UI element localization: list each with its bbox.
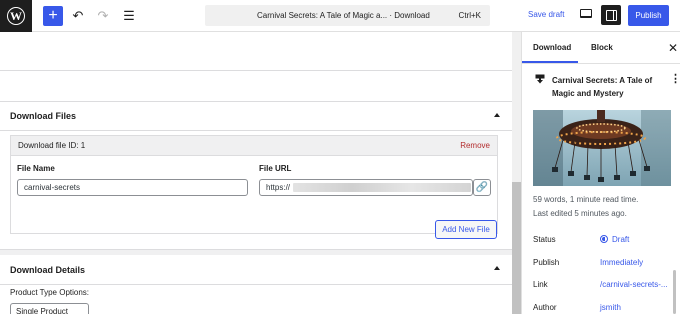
settings-sidebar-icon[interactable]: [601, 5, 621, 25]
product-type-select[interactable]: Single Product: [10, 303, 89, 314]
tab-download[interactable]: Download: [533, 43, 571, 52]
save-draft-button[interactable]: Save draft: [528, 10, 564, 19]
redo-icon[interactable]: ↷: [94, 7, 112, 25]
desktop-view-icon[interactable]: [580, 9, 592, 18]
active-tab-indicator: [522, 61, 578, 63]
editor-scrollbar[interactable]: [512, 32, 521, 314]
download-icon: [535, 74, 545, 84]
link-label: Link: [533, 280, 548, 289]
add-new-file-button[interactable]: Add New File: [435, 220, 497, 239]
publish-label: Publish: [533, 258, 560, 267]
document-title: Carnival Secrets: A Tale of Magic and My…: [552, 76, 653, 98]
sidebar-tabs: Download Block ✕: [522, 32, 680, 64]
file-url-prefix: https://: [266, 183, 291, 192]
sidebar-scrollbar[interactable]: [673, 270, 676, 314]
word-count-text: 59 words, 1 minute read time.: [533, 195, 639, 204]
file-name-label: File Name: [17, 164, 55, 173]
file-id-label: Download file ID: 1: [18, 141, 86, 150]
file-url-input[interactable]: https://: [259, 179, 473, 196]
download-files-title: Download Files: [10, 111, 77, 121]
file-name-input[interactable]: carnival-secrets: [17, 179, 248, 196]
editor-toolbar: W + ↶ ↷ ☰ Carnival Secrets: A Tale of Ma…: [0, 0, 680, 32]
link-icon[interactable]: 🔗: [473, 179, 491, 196]
command-title: Carnival Secrets: A Tale of Magic a... ·…: [257, 11, 430, 20]
publish-value[interactable]: Immediately: [600, 258, 643, 267]
scrollbar-thumb[interactable]: [512, 182, 521, 314]
kebab-menu-icon[interactable]: ⋮: [670, 74, 680, 85]
add-block-button[interactable]: +: [43, 6, 63, 26]
download-files-header[interactable]: Download Files: [0, 101, 512, 131]
author-label: Author: [533, 303, 557, 312]
command-palette-bar[interactable]: Carnival Secrets: A Tale of Magic a... ·…: [205, 5, 490, 26]
file-card-header: Download file ID: 1 Remove: [11, 136, 497, 156]
settings-sidebar: Download Block ✕ Carnival Secrets: A Tal…: [522, 32, 680, 314]
undo-icon[interactable]: ↶: [69, 7, 87, 25]
status-label: Status: [533, 235, 556, 244]
link-value[interactable]: /carnival-secrets-...: [600, 280, 668, 289]
last-edited-text: Last edited 5 minutes ago.: [533, 209, 627, 218]
publish-button[interactable]: Publish: [628, 5, 669, 26]
status-value[interactable]: Draft: [600, 235, 629, 244]
status-value-text: Draft: [612, 235, 630, 244]
file-url-label: File URL: [259, 164, 292, 173]
wordpress-logo-letter: W: [7, 7, 25, 25]
chevron-up-icon[interactable]: [494, 266, 500, 270]
command-shortcut: Ctrl+K: [458, 11, 481, 20]
chevron-up-icon[interactable]: [494, 113, 500, 117]
status-draft-icon: [600, 235, 608, 243]
featured-image[interactable]: [533, 110, 671, 186]
close-icon[interactable]: ✕: [668, 41, 678, 55]
author-value[interactable]: jsmith: [600, 303, 621, 312]
document-outline-icon[interactable]: ☰: [120, 7, 138, 25]
redacted-url: [293, 183, 472, 192]
remove-file-link[interactable]: Remove: [460, 141, 490, 150]
tab-block[interactable]: Block: [591, 43, 613, 52]
download-details-title: Download Details: [10, 264, 86, 275]
download-details-header[interactable]: Download Details: [0, 255, 512, 285]
product-type-label: Product Type Options:: [10, 288, 90, 297]
wordpress-logo-icon[interactable]: W: [0, 0, 32, 32]
metabox-separator: [0, 70, 512, 71]
